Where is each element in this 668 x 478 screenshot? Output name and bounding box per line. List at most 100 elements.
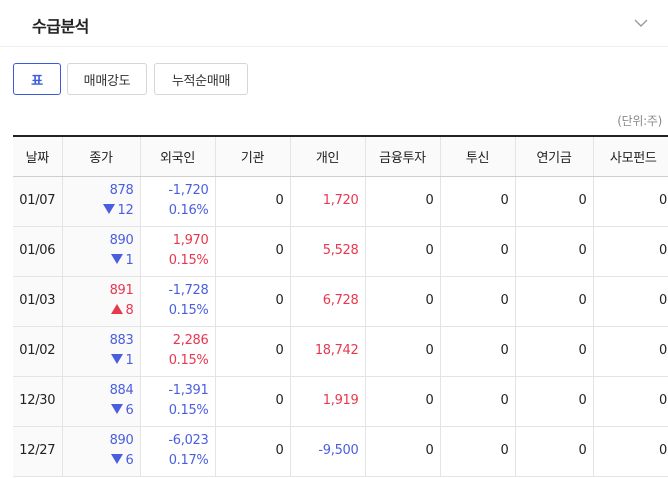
close-price: 883 <box>109 333 134 348</box>
tab-trade-strength[interactable]: 매매강도 <box>67 63 147 95</box>
cell-foreign: 2,286 0.15% <box>140 326 216 376</box>
pension-value: 0 <box>578 443 587 458</box>
foreign-ratio: 0.15% <box>168 303 209 318</box>
triangle-down-icon <box>102 204 115 214</box>
financial-investment-value: 0 <box>425 243 434 258</box>
cell-private-equity: 0 <box>593 426 668 476</box>
institution-value: 0 <box>275 393 284 408</box>
triangle-down-icon <box>110 454 123 464</box>
trust-value: 0 <box>500 293 509 308</box>
private-equity-value: 0 <box>659 343 667 358</box>
cell-financial-investment: 0 <box>365 226 441 276</box>
col-date: 날짜 <box>13 136 63 177</box>
tab-cumulative-net[interactable]: 누적순매매 <box>154 63 248 95</box>
triangle-down-icon <box>110 404 123 414</box>
cell-financial-investment: 0 <box>365 426 441 476</box>
cell-pension: 0 <box>515 326 594 376</box>
pension-value: 0 <box>578 293 587 308</box>
foreign-ratio: 0.15% <box>168 353 209 368</box>
foreign-value: -1,391 <box>168 383 209 398</box>
section-header[interactable]: 수급분석 <box>0 0 668 47</box>
change: 6 <box>63 451 134 471</box>
col-financial-investment: 금융투자 <box>365 136 441 177</box>
foreign-ratio: 0.15% <box>168 253 209 268</box>
cell-individual: 1,720 <box>290 176 366 226</box>
cell-trust: 0 <box>440 426 516 476</box>
change: 6 <box>63 401 134 421</box>
cell-pension: 0 <box>515 376 594 426</box>
col-pension: 연기금 <box>515 136 594 177</box>
cell-close: 891 8 <box>62 276 141 326</box>
foreign-value: 1,970 <box>172 233 209 248</box>
trust-value: 0 <box>500 243 509 258</box>
cell-institution: 0 <box>215 326 291 376</box>
pension-value: 0 <box>578 343 587 358</box>
trust-value: 0 <box>500 193 509 208</box>
trust-value: 0 <box>500 343 509 358</box>
date-text: 12/30 <box>19 393 56 408</box>
table-row: 01/03 891 8 -1,728 0.15% 0 6,728 0 0 0 0 <box>13 276 668 326</box>
cell-financial-investment: 0 <box>365 326 441 376</box>
date-text: 12/27 <box>19 443 56 458</box>
investor-table: 날짜 종가 외국인 기관 개인 금융투자 투신 연기금 사모펀드 01/07 87… <box>13 135 668 477</box>
close-price: 890 <box>109 233 134 248</box>
chevron-down-icon[interactable] <box>632 14 650 32</box>
close-price: 878 <box>109 183 134 198</box>
trust-value: 0 <box>500 443 509 458</box>
cell-trust: 0 <box>440 176 516 226</box>
table-header-row: 날짜 종가 외국인 기관 개인 금융투자 투신 연기금 사모펀드 <box>13 136 668 177</box>
cell-private-equity: 0 <box>593 176 668 226</box>
date-text: 01/02 <box>19 343 56 358</box>
cell-date: 12/30 <box>13 376 63 426</box>
triangle-down-icon <box>110 254 123 264</box>
cell-private-equity: 0 <box>593 376 668 426</box>
pension-value: 0 <box>578 193 587 208</box>
financial-investment-value: 0 <box>425 443 434 458</box>
cell-pension: 0 <box>515 426 594 476</box>
cell-individual: 5,528 <box>290 226 366 276</box>
private-equity-value: 0 <box>659 393 667 408</box>
private-equity-value: 0 <box>659 193 667 208</box>
change-value: 1 <box>125 353 134 368</box>
col-institution: 기관 <box>215 136 291 177</box>
cell-individual: 1,919 <box>290 376 366 426</box>
cell-trust: 0 <box>440 226 516 276</box>
cell-close: 890 1 <box>62 226 141 276</box>
cell-financial-investment: 0 <box>365 376 441 426</box>
cell-institution: 0 <box>215 426 291 476</box>
tab-table[interactable]: 표 <box>13 63 61 95</box>
cell-date: 01/06 <box>13 226 63 276</box>
foreign-value: -1,720 <box>168 183 209 198</box>
change: 1 <box>63 351 134 371</box>
change-value: 8 <box>125 303 134 318</box>
change-value: 1 <box>125 253 134 268</box>
cell-individual: 18,742 <box>290 326 366 376</box>
cell-trust: 0 <box>440 326 516 376</box>
table-row: 01/06 890 1 1,970 0.15% 0 5,528 0 0 0 0 <box>13 226 668 276</box>
col-trust: 투신 <box>440 136 516 177</box>
financial-investment-value: 0 <box>425 393 434 408</box>
cell-institution: 0 <box>215 276 291 326</box>
trust-value: 0 <box>500 393 509 408</box>
cell-date: 12/27 <box>13 426 63 476</box>
cell-date: 01/03 <box>13 276 63 326</box>
triangle-up-icon <box>110 304 123 314</box>
col-foreign: 외국인 <box>140 136 216 177</box>
pension-value: 0 <box>578 243 587 258</box>
cell-financial-investment: 0 <box>365 176 441 226</box>
cell-pension: 0 <box>515 176 594 226</box>
change: 8 <box>63 301 134 321</box>
date-text: 01/06 <box>19 243 56 258</box>
financial-investment-value: 0 <box>425 293 434 308</box>
page-title: 수급분석 <box>32 17 89 36</box>
cell-private-equity: 0 <box>593 276 668 326</box>
private-equity-value: 0 <box>659 443 667 458</box>
individual-value: 6,728 <box>322 293 359 308</box>
individual-value: -9,500 <box>318 443 359 458</box>
cell-private-equity: 0 <box>593 226 668 276</box>
foreign-value: -1,728 <box>168 283 209 298</box>
cell-pension: 0 <box>515 226 594 276</box>
cell-close: 878 12 <box>62 176 141 226</box>
col-private-equity: 사모펀드 <box>593 136 668 177</box>
change: 1 <box>63 251 134 271</box>
